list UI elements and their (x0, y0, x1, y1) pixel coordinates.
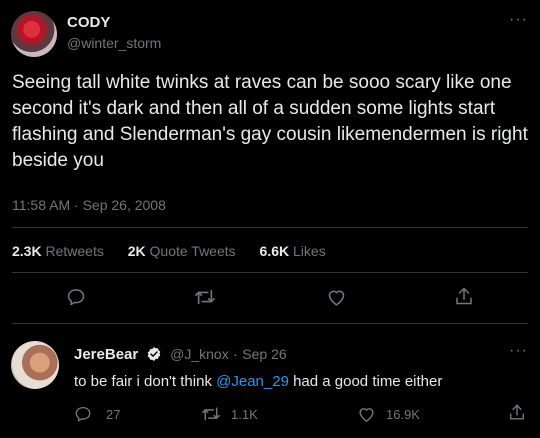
quote-tweets-stat[interactable]: 2K Quote Tweets (128, 243, 236, 259)
timestamp-separator: · (74, 197, 79, 213)
reply-header: JereBear @J_knox · Sep 26 (74, 346, 287, 364)
like-icon (359, 408, 374, 422)
reply-more-options-button[interactable]: ··· (509, 342, 528, 360)
reply-retweet-button[interactable]: 1.1K (201, 405, 258, 423)
author-display-name[interactable]: CODY (67, 14, 110, 31)
more-options-button[interactable]: ··· (509, 11, 528, 29)
like-button[interactable] (326, 287, 347, 307)
divider (12, 272, 528, 273)
share-icon (509, 404, 525, 420)
like-icon (328, 290, 345, 306)
reply-separator: · (233, 346, 238, 362)
reply-like-button[interactable]: 16.9K (357, 405, 420, 423)
quote-tweets-count: 2K (127, 243, 146, 259)
tweet-date[interactable]: Sep 26, 2008 (83, 197, 166, 213)
tweet-timestamp[interactable]: 11:58 AM · Sep 26, 2008 (12, 197, 166, 213)
reply-likes-count: 16.9K (386, 406, 420, 422)
verified-badge-icon (147, 347, 160, 361)
tweet-stats: 2.3K Retweets 2K Quote Tweets 6.6K Likes (12, 243, 346, 259)
likes-stat[interactable]: 6.6K Likes (260, 243, 326, 259)
reply-author-display-name[interactable]: JereBear (74, 346, 138, 363)
reply-date[interactable]: Sep 26 (242, 346, 286, 362)
tweet-time[interactable]: 11:58 AM (12, 197, 70, 213)
reply-text-after: had a good time either (288, 373, 443, 390)
share-button[interactable] (454, 286, 474, 307)
reply-author-handle[interactable]: @J_knox (170, 346, 229, 362)
retweet-icon (202, 407, 220, 421)
likes-count: 6.6K (259, 243, 290, 259)
retweets-stat[interactable]: 2.3K Retweets (12, 243, 104, 259)
tweet-text: Seeing tall white twinks at raves can be… (12, 72, 528, 171)
reply-text: to be fair i don't think @Jean_29 had a … (74, 373, 442, 390)
reply-author-avatar[interactable] (11, 341, 59, 389)
reply-button[interactable] (66, 287, 86, 307)
author-avatar[interactable] (11, 11, 57, 57)
retweet-button[interactable] (194, 287, 216, 307)
divider (12, 323, 528, 324)
reply-share-button[interactable] (508, 403, 526, 422)
reply-mention-link[interactable]: @Jean_29 (216, 373, 289, 390)
divider (12, 227, 528, 228)
quote-tweets-label: Quote Tweets (149, 243, 236, 259)
reply-replies-count: 27 (106, 406, 121, 422)
share-icon (456, 287, 472, 305)
reply-reply-button[interactable]: 27 (74, 405, 120, 423)
retweet-icon (195, 289, 215, 305)
reply-text-before: to be fair i don't think (74, 373, 217, 390)
retweets-label: Retweets (45, 243, 104, 259)
reply-icon (75, 406, 91, 422)
reply-retweets-count: 1.1K (231, 406, 258, 422)
author-handle[interactable]: @winter_storm (67, 35, 161, 51)
reply-icon (67, 289, 85, 306)
retweets-count: 2.3K (12, 243, 42, 259)
likes-label: Likes (293, 243, 326, 259)
